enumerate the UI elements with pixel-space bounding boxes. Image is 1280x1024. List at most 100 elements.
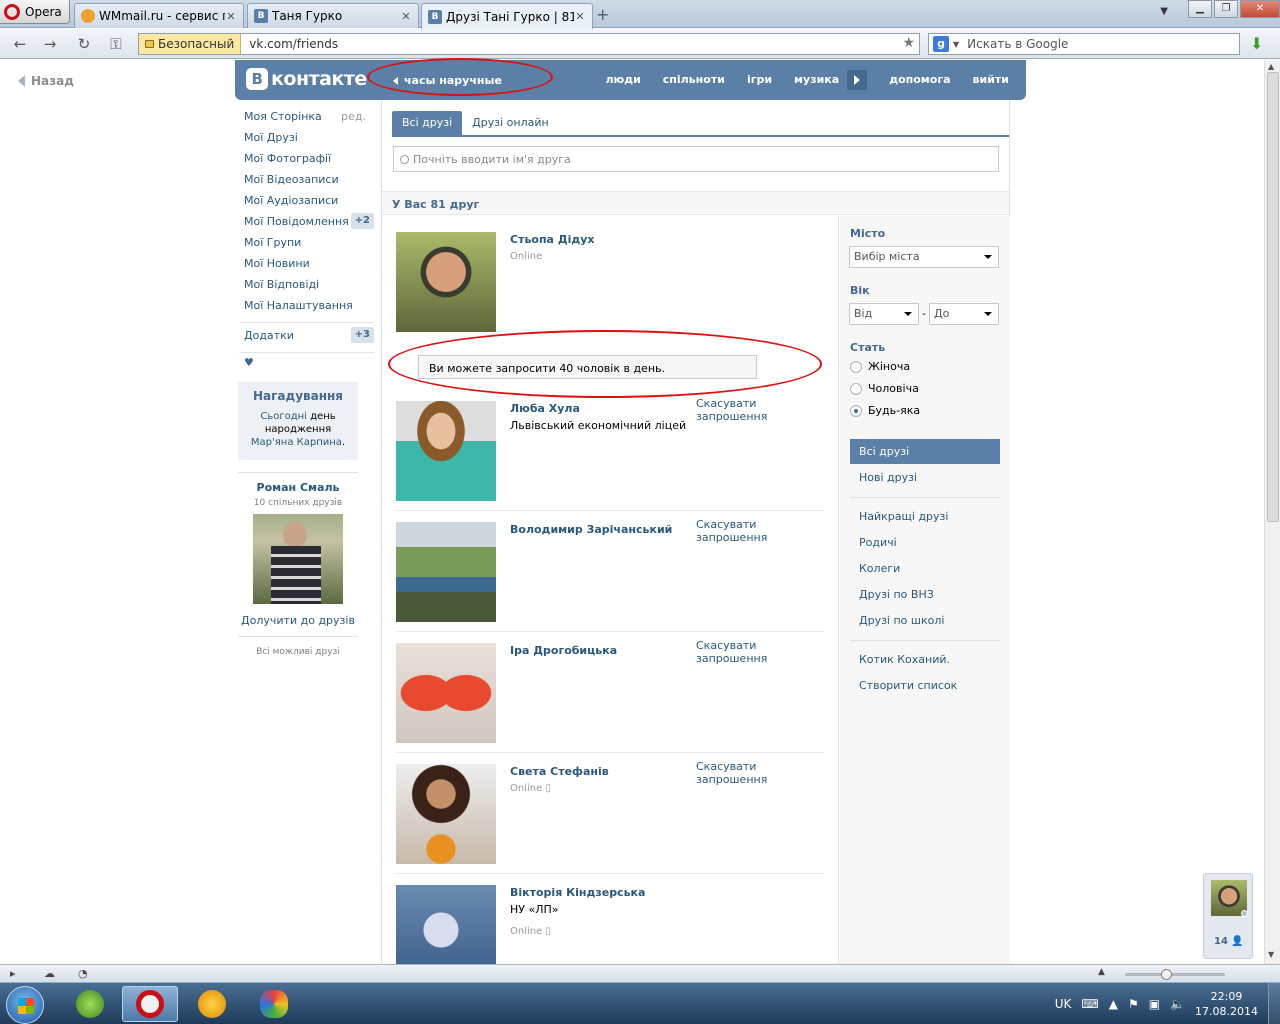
url-text[interactable]: vk.com/friends — [241, 37, 338, 51]
edit-link[interactable]: ред. — [341, 108, 366, 126]
friend-search-input[interactable]: Почніть вводити ім'я друга — [393, 146, 999, 172]
scroll-up-icon[interactable]: ▲ — [1268, 62, 1274, 71]
reminder-person-link[interactable]: Мар'яна Карпина — [251, 437, 342, 448]
friend-photo[interactable] — [396, 232, 496, 332]
menu-item-answers[interactable]: Мої Відповіді — [239, 276, 374, 297]
friend-photo[interactable] — [396, 401, 496, 501]
close-tab-icon[interactable]: ✕ — [574, 10, 586, 23]
suggestion-photo[interactable] — [253, 514, 343, 604]
friend-photo[interactable] — [396, 643, 496, 743]
heart-icon[interactable]: ♥ — [244, 356, 254, 369]
list-university-friends[interactable]: Друзі по ВНЗ — [850, 582, 1000, 607]
menu-item-news[interactable]: Мої Новини — [239, 255, 374, 276]
nav-music[interactable]: музика — [794, 73, 839, 90]
language-indicator[interactable]: UK — [1055, 997, 1072, 1011]
menu-item-messages[interactable]: Мої Повідомлення +2 — [239, 213, 374, 234]
tab-all-friends[interactable]: Всі друзі — [392, 111, 463, 135]
browser-tab-profile[interactable]: В Таня Гурко ✕ — [247, 3, 419, 28]
taskbar-opera[interactable] — [122, 986, 178, 1022]
tray-expand-icon[interactable]: ▲ — [1109, 997, 1118, 1011]
music-play-icon[interactable] — [847, 70, 868, 90]
list-new-friends[interactable]: Нові друзі — [850, 465, 1000, 490]
nav-people[interactable]: люди — [605, 73, 640, 90]
apps-count-badge[interactable]: +3 — [350, 327, 374, 343]
taskbar-aimp[interactable] — [184, 986, 240, 1022]
friend-name[interactable]: Іра Дрогобицька — [510, 644, 617, 657]
friend-photo[interactable] — [396, 764, 496, 864]
chat-online-count[interactable]: 14 👤 — [1214, 936, 1244, 947]
scroll-down-icon[interactable]: ▼ — [1268, 950, 1274, 959]
chat-widget[interactable]: 14 👤 — [1203, 873, 1253, 959]
radio-circle[interactable] — [850, 360, 862, 373]
page-scrollbar[interactable]: ▲ ▼ — [1264, 60, 1280, 964]
close-tab-icon[interactable]: ✕ — [400, 10, 412, 23]
menu-item-audio[interactable]: Мої Аудіозаписи — [239, 192, 374, 213]
list-relatives[interactable]: Родичі — [850, 530, 1000, 555]
speed-dial-icon[interactable]: ◔ — [78, 967, 88, 980]
new-tab-icon[interactable]: + — [596, 5, 609, 24]
menu-item-videos[interactable]: Мої Відеозаписи — [239, 171, 374, 192]
add-friend-link[interactable]: Долучити до друзів — [238, 614, 358, 627]
search-engine-chevron-icon[interactable]: ▼ — [953, 40, 959, 49]
age-from-select[interactable]: Від — [849, 303, 919, 325]
security-badge[interactable]: Безопасный — [139, 34, 242, 54]
cancel-request-link[interactable]: Скасувати запрошення — [696, 639, 824, 665]
google-icon[interactable]: g — [933, 36, 949, 52]
friend-name[interactable]: Люба Хула — [510, 402, 580, 415]
friend-name[interactable]: Володимир Зарічанський — [510, 523, 672, 536]
zoom-up-icon[interactable]: ▲ — [1098, 967, 1105, 977]
list-all-friends[interactable]: Всі друзі — [850, 439, 1000, 464]
radio-circle-selected[interactable] — [850, 404, 862, 417]
friend-name[interactable]: Вікторія Кіндзерська — [510, 886, 645, 899]
reminder-today-link[interactable]: Сьогодні — [260, 411, 307, 422]
back-link[interactable]: Назад — [18, 74, 74, 88]
browser-tab-wmmail[interactable]: WMmail.ru - сервис п... ✕ — [74, 3, 244, 28]
list-custom[interactable]: Котик Коханий. — [850, 647, 1000, 672]
radio-circle[interactable] — [850, 382, 862, 395]
volume-icon[interactable]: 🔈 — [1170, 997, 1185, 1011]
create-list-link[interactable]: Створити список — [850, 673, 1000, 698]
suggestion-name[interactable]: Роман Смаль — [238, 481, 358, 494]
friend-photo[interactable] — [396, 522, 496, 622]
nav-logout[interactable]: вийти — [973, 73, 1009, 90]
list-best-friends[interactable]: Найкращі друзі — [850, 504, 1000, 529]
nav-games[interactable]: ігри — [747, 73, 772, 90]
minimize-icon[interactable]: ▁ — [1188, 0, 1212, 18]
tab-menu-chevron-icon[interactable]: ▼ — [1160, 6, 1168, 17]
address-field[interactable]: Безопасный vk.com/friends ★ — [138, 33, 920, 55]
friend-photo[interactable] — [396, 885, 496, 964]
panel-toggle-icon[interactable]: ▸ — [10, 967, 16, 980]
radio-male[interactable]: Чоловіча — [850, 382, 919, 395]
close-window-icon[interactable]: ✕ — [1240, 0, 1280, 18]
taskbar-paint[interactable] — [246, 986, 302, 1022]
keyboard-icon[interactable]: ⌨ — [1081, 997, 1098, 1011]
friend-name[interactable]: Стьопа Дідух — [510, 233, 595, 246]
taskbar-utorrent[interactable] — [62, 986, 118, 1022]
radio-female[interactable]: Жіноча — [850, 360, 910, 373]
menu-item-my-page[interactable]: Моя Сторінка ред. — [239, 108, 374, 129]
menu-item-groups[interactable]: Мої Групи — [239, 234, 374, 255]
browser-tab-friends[interactable]: В Друзі Тані Гурко | 81 д... ✕ — [421, 3, 593, 29]
list-school-friends[interactable]: Друзі по школі — [850, 608, 1000, 633]
search-field[interactable]: g ▼ Искать в Google — [928, 33, 1240, 55]
messages-count-badge[interactable]: +2 — [350, 213, 374, 229]
radio-any[interactable]: Будь-яка — [850, 404, 920, 417]
menu-item-settings[interactable]: Мої Налаштування — [239, 297, 374, 318]
all-possible-friends-link[interactable]: Всі можливі друзі — [238, 636, 358, 657]
nav-help[interactable]: допомога — [889, 73, 950, 90]
menu-item-apps[interactable]: Додатки +3 — [239, 327, 374, 348]
flag-icon[interactable]: ⚑ — [1128, 997, 1139, 1011]
nav-communities[interactable]: спільноти — [663, 73, 725, 90]
cancel-request-link[interactable]: Скасувати запрошення — [696, 518, 824, 544]
restore-icon[interactable]: ❐ — [1214, 0, 1238, 18]
opera-menu-button[interactable]: Opera — [0, 0, 70, 24]
city-select[interactable]: Вибір міста — [849, 246, 999, 268]
start-button[interactable] — [6, 986, 44, 1024]
zoom-slider-knob[interactable] — [1161, 969, 1172, 980]
download-arrow-icon[interactable]: ⬇ — [1250, 34, 1268, 54]
tab-friends-online[interactable]: Друзі онлайн — [462, 111, 559, 135]
key-icon[interactable]: ⚿ — [106, 34, 126, 54]
forward-arrow-icon[interactable]: → — [40, 34, 60, 54]
show-desktop-button[interactable] — [1268, 983, 1280, 1024]
reload-icon[interactable]: ↻ — [74, 34, 94, 54]
